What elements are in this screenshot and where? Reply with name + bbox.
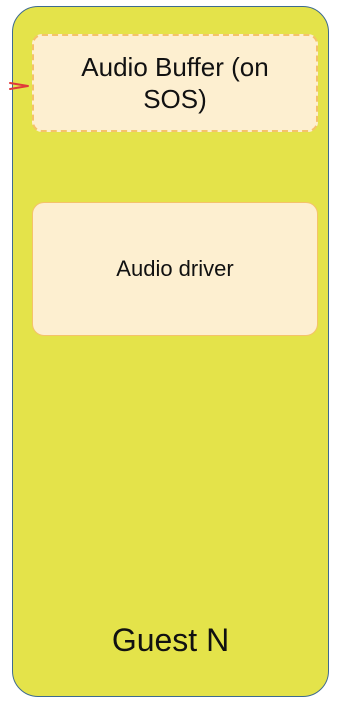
guest-label: Guest N (111, 622, 230, 658)
diagram-canvas: Audio Buffer (on SOS) Audio driver Guest… (0, 0, 342, 703)
audio-driver-node: Audio driver (32, 202, 318, 336)
incoming-arrow-icon (9, 82, 29, 90)
audio-buffer-node: Audio Buffer (on SOS) (32, 34, 318, 132)
audio-driver-label: Audio driver (116, 256, 234, 281)
audio-buffer-label: Audio Buffer (on SOS) (81, 52, 269, 114)
